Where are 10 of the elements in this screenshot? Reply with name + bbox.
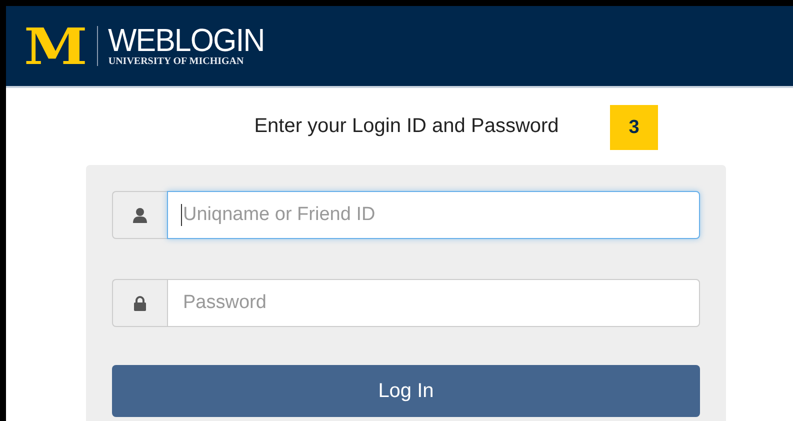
login-button[interactable]: Log In xyxy=(112,365,700,417)
step-badge: 3 xyxy=(610,105,658,150)
university-name: UNIVERSITY OF MICHIGAN xyxy=(108,56,245,67)
login-id-field[interactable]: Uniqname or Friend ID xyxy=(167,191,700,239)
login-heading: Enter your Login ID and Password xyxy=(254,115,559,138)
app-title: WEBLOGIN xyxy=(108,25,265,55)
user-icon xyxy=(133,208,147,222)
password-field[interactable]: Password xyxy=(167,279,700,327)
logo-letter: M xyxy=(24,22,88,72)
lock-icon xyxy=(134,296,146,310)
